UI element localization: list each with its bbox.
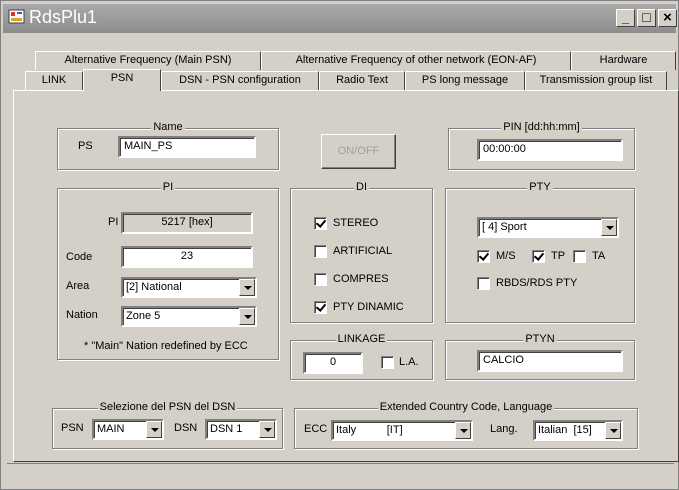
lang-label: Lang. bbox=[490, 423, 518, 435]
tab-af-main-psn[interactable]: Alternative Frequency (Main PSN) bbox=[35, 51, 261, 70]
pty-dinamic-checkbox[interactable] bbox=[314, 301, 327, 314]
area-label: Area bbox=[66, 280, 90, 292]
ecc-group: Extended Country Code, Language ECC Ital… bbox=[294, 401, 638, 449]
linkage-group: LINKAGE 0 L.A. bbox=[290, 333, 433, 380]
status-bar bbox=[7, 463, 674, 486]
dsn-label: DSN bbox=[174, 422, 198, 434]
main-window: RdsPlu1 _ □ × Alternative Frequency (Mai… bbox=[0, 0, 679, 490]
psn-label: PSN bbox=[61, 422, 84, 434]
tp-label: TP bbox=[551, 250, 566, 262]
chevron-down-icon[interactable] bbox=[455, 422, 471, 439]
tab-psn[interactable]: PSN bbox=[83, 69, 161, 91]
pin-group-label: PIN [dd:hh:mm] bbox=[501, 121, 582, 133]
pty-group-label: PTY bbox=[527, 181, 553, 193]
nation-note: * "Main" Nation redefined by ECC bbox=[84, 340, 248, 352]
pi-group: PI PI 5217 [hex] Code 23 Area [2] Nation… bbox=[57, 181, 279, 360]
pi-label: PI bbox=[108, 216, 119, 228]
chevron-down-icon[interactable] bbox=[601, 219, 617, 236]
tab-dsn-psn-configuration[interactable]: DSN - PSN configuration bbox=[161, 71, 319, 90]
onoff-button[interactable]: ON/OFF bbox=[321, 134, 396, 169]
psn-select[interactable]: MAIN bbox=[92, 419, 164, 440]
tab-ps-long-message[interactable]: PS long message bbox=[405, 71, 525, 90]
code-label: Code bbox=[66, 251, 93, 263]
nation-label: Nation bbox=[66, 309, 98, 321]
psn-select-value: MAIN bbox=[97, 423, 125, 435]
ms-label: M/S bbox=[496, 250, 516, 262]
area-select-value: [2] National bbox=[126, 281, 182, 293]
la-label: L.A. bbox=[399, 356, 419, 368]
pty-dinamic-label: PTY DINAMIC bbox=[333, 301, 404, 313]
nation-select[interactable]: Zone 5 bbox=[121, 306, 257, 327]
ecc-label: ECC bbox=[304, 423, 328, 435]
tab-hardware[interactable]: Hardware bbox=[571, 51, 676, 70]
compres-checkbox[interactable] bbox=[314, 273, 327, 286]
ta-checkbox[interactable] bbox=[573, 250, 586, 263]
minimize-button[interactable]: _ bbox=[616, 9, 635, 27]
tab-transmission-group-list[interactable]: Transmission group list bbox=[525, 71, 667, 90]
pi-group-label: PI bbox=[160, 181, 176, 193]
nation-select-value: Zone 5 bbox=[126, 310, 161, 322]
chevron-down-icon[interactable] bbox=[146, 421, 162, 438]
stereo-label: STEREO bbox=[333, 217, 379, 229]
pin-input[interactable]: 00:00:00 bbox=[477, 139, 623, 161]
pi-value-field: 5217 [hex] bbox=[121, 212, 253, 234]
pty-select-value: [ 4] Sport bbox=[482, 221, 527, 233]
dsn-select-value: DSN 1 bbox=[210, 423, 243, 435]
window-title: RdsPlu1 bbox=[29, 7, 98, 27]
rbds-label: RBDS/RDS PTY bbox=[496, 277, 578, 289]
stereo-checkbox[interactable] bbox=[314, 217, 327, 230]
artificial-checkbox[interactable] bbox=[314, 245, 327, 258]
ptyn-group-label: PTYN bbox=[523, 333, 557, 345]
pty-select[interactable]: [ 4] Sport bbox=[477, 217, 619, 238]
area-select[interactable]: [2] National bbox=[121, 277, 257, 298]
chevron-down-icon[interactable] bbox=[239, 308, 255, 325]
psn-panel: Name PS MAIN_PS ON/OFF PIN [dd:hh:mm] 00… bbox=[13, 90, 679, 462]
tab-radio-text[interactable]: Radio Text bbox=[319, 71, 405, 90]
name-group-label: Name bbox=[151, 121, 185, 133]
tab-af-eon[interactable]: Alternative Frequency of other network (… bbox=[261, 51, 571, 70]
ecc-group-label: Extended Country Code, Language bbox=[377, 401, 555, 413]
compres-label: COMPRES bbox=[333, 273, 389, 285]
ps-label: PS bbox=[78, 140, 93, 152]
app-icon bbox=[8, 9, 25, 24]
di-group: DI STEREO ARTIFICIAL COMPRES PTY DINAMIC bbox=[290, 181, 433, 323]
pin-group: PIN [dd:hh:mm] 00:00:00 bbox=[448, 121, 635, 170]
rbds-checkbox[interactable] bbox=[477, 277, 490, 290]
code-input[interactable]: 23 bbox=[121, 246, 253, 268]
ptyn-input[interactable]: CALCIO bbox=[477, 350, 623, 372]
lang-select-value: Italian [15] bbox=[538, 424, 592, 436]
tab-link[interactable]: LINK bbox=[25, 71, 83, 90]
chevron-down-icon[interactable] bbox=[259, 421, 275, 438]
lang-select[interactable]: Italian [15] bbox=[533, 420, 623, 441]
ecc-select[interactable]: Italy [IT] bbox=[331, 420, 473, 441]
ms-checkbox[interactable] bbox=[477, 250, 490, 263]
tp-checkbox[interactable] bbox=[532, 250, 545, 263]
title-bar[interactable]: RdsPlu1 _ □ × bbox=[3, 4, 677, 33]
selezione-group: Selezione del PSN del DSN PSN MAIN DSN D… bbox=[52, 401, 283, 449]
selezione-group-label: Selezione del PSN del DSN bbox=[97, 401, 238, 413]
chevron-down-icon[interactable] bbox=[605, 422, 621, 439]
close-button[interactable]: × bbox=[658, 9, 677, 27]
linkage-group-label: LINKAGE bbox=[335, 333, 388, 345]
pty-group: PTY [ 4] Sport M/S TP TA RBDS/RDS PTY bbox=[445, 181, 635, 323]
dsn-select[interactable]: DSN 1 bbox=[205, 419, 277, 440]
maximize-button[interactable]: □ bbox=[637, 9, 656, 27]
artificial-label: ARTIFICIAL bbox=[333, 245, 393, 257]
la-checkbox[interactable] bbox=[381, 356, 394, 369]
ps-input[interactable]: MAIN_PS bbox=[118, 136, 256, 158]
di-group-label: DI bbox=[354, 181, 369, 193]
ecc-select-value: Italy [IT] bbox=[336, 424, 403, 436]
name-group: Name PS MAIN_PS bbox=[57, 121, 279, 170]
chevron-down-icon[interactable] bbox=[239, 279, 255, 296]
ptyn-group: PTYN CALCIO bbox=[445, 333, 635, 380]
linkage-input[interactable]: 0 bbox=[303, 352, 363, 374]
ta-label: TA bbox=[592, 250, 606, 262]
